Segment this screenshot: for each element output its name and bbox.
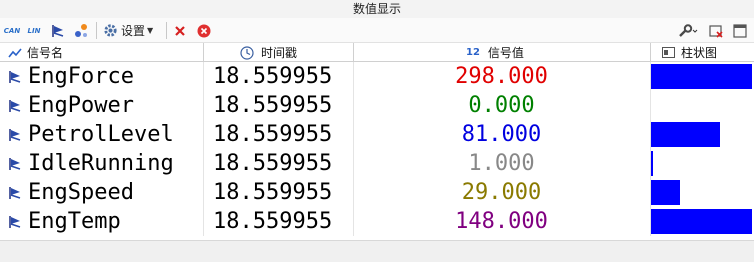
column-header-value-label: 信号值 xyxy=(487,46,524,60)
settings-label: 设置 xyxy=(121,24,146,38)
numeric-icon: 12 xyxy=(466,47,480,58)
signal-name: EngSpeed xyxy=(28,180,134,205)
signal-name-cell: EngSpeed xyxy=(0,178,203,207)
status-bar xyxy=(0,240,754,262)
bar-cell xyxy=(650,120,754,149)
signal-name: EngTemp xyxy=(28,209,121,234)
close-x-icon[interactable] xyxy=(172,18,188,43)
toolbar: CAN LIN 设置 ▼ xyxy=(0,18,754,43)
bar-cell xyxy=(650,62,754,91)
can-icon[interactable]: CAN xyxy=(4,18,20,43)
header-divider xyxy=(353,43,354,62)
trend-icon xyxy=(8,47,22,57)
chevron-down-icon: ▼ xyxy=(147,26,154,35)
wrench-icon[interactable] xyxy=(676,18,700,43)
dots-icon[interactable] xyxy=(72,18,90,43)
timestamp-cell: 18.559955 xyxy=(213,180,333,205)
signal-name: EngPower xyxy=(28,93,134,118)
value-bar xyxy=(651,64,752,89)
signal-name: PetrolLevel xyxy=(28,122,174,147)
signal-name: EngForce xyxy=(28,64,134,89)
clock-icon xyxy=(240,45,254,60)
column-header-row: 信号名 时间戳 12 信号值 柱状图 xyxy=(0,43,754,62)
stop-circle-icon[interactable] xyxy=(196,18,212,43)
timestamp-cell: 18.559955 xyxy=(213,122,333,147)
table-row[interactable]: EngForce 18.559955 298.000 xyxy=(0,62,754,91)
bar-cell xyxy=(650,207,754,236)
signal-flag-icon xyxy=(9,128,21,141)
timestamp-cell: 18.559955 xyxy=(213,64,333,89)
window-dock-icon[interactable] xyxy=(732,18,748,43)
signal-flag-icon xyxy=(9,70,21,83)
bar-cell xyxy=(650,178,754,207)
lin-icon[interactable]: LIN xyxy=(26,18,42,43)
signal-value-cell: 29.000 xyxy=(461,180,542,205)
signal-value-cell: 0.000 xyxy=(468,93,535,118)
signal-value-cell: 81.000 xyxy=(461,122,542,147)
signal-flag-icon xyxy=(9,99,21,112)
table-row[interactable]: EngPower 18.559955 0.000 xyxy=(0,91,754,120)
value-bar xyxy=(651,209,752,234)
value-bar xyxy=(651,122,720,147)
column-header-time[interactable]: 时间戳 xyxy=(240,43,297,62)
timestamp-cell: 18.559955 xyxy=(213,209,333,234)
signal-value-cell: 1.000 xyxy=(468,151,535,176)
column-header-name-label: 信号名 xyxy=(27,46,64,60)
signal-table: EngForce 18.559955 298.000 EngPower 18.5… xyxy=(0,62,754,236)
window-close-icon[interactable] xyxy=(708,18,724,43)
value-bar xyxy=(651,180,681,205)
toolbar-separator xyxy=(96,22,97,39)
header-divider xyxy=(650,43,651,62)
signal-value-cell: 148.000 xyxy=(455,209,548,234)
gear-icon xyxy=(104,24,117,37)
bar-cell xyxy=(650,149,754,178)
signal-name-cell: EngPower xyxy=(0,91,203,120)
signal-flag-icon xyxy=(9,186,21,199)
column-header-time-label: 时间戳 xyxy=(261,46,298,60)
column-header-bar[interactable]: 柱状图 xyxy=(662,43,717,62)
signal-name: IdleRunning xyxy=(28,151,174,176)
bar-cell xyxy=(650,91,754,120)
signal-name-cell: IdleRunning xyxy=(0,149,203,178)
signal-flag-icon xyxy=(9,215,21,228)
column-header-value[interactable]: 12 信号值 xyxy=(466,43,524,62)
signal-name-cell: PetrolLevel xyxy=(0,120,203,149)
signal-name-cell: EngTemp xyxy=(0,207,203,236)
timestamp-cell: 18.559955 xyxy=(213,93,333,118)
toolbar-separator xyxy=(166,22,167,39)
value-bar xyxy=(651,151,654,176)
bar-chart-icon xyxy=(662,47,675,58)
signal-value-cell: 298.000 xyxy=(455,64,548,89)
window-title: 数值显示 xyxy=(0,0,754,18)
column-header-name[interactable]: 信号名 xyxy=(8,43,63,62)
header-divider xyxy=(203,43,204,62)
table-row[interactable]: EngTemp 18.559955 148.000 xyxy=(0,207,754,236)
timestamp-cell: 18.559955 xyxy=(213,151,333,176)
table-row[interactable]: EngSpeed 18.559955 29.000 xyxy=(0,178,754,207)
signal-name-cell: EngForce xyxy=(0,62,203,91)
settings-button[interactable]: 设置 ▼ xyxy=(103,18,161,43)
table-row[interactable]: PetrolLevel 18.559955 81.000 xyxy=(0,120,754,149)
signal-flag-icon xyxy=(9,157,21,170)
signal-flag-icon[interactable] xyxy=(50,18,66,43)
column-header-bar-label: 柱状图 xyxy=(681,46,718,60)
table-row[interactable]: IdleRunning 18.559955 1.000 xyxy=(0,149,754,178)
